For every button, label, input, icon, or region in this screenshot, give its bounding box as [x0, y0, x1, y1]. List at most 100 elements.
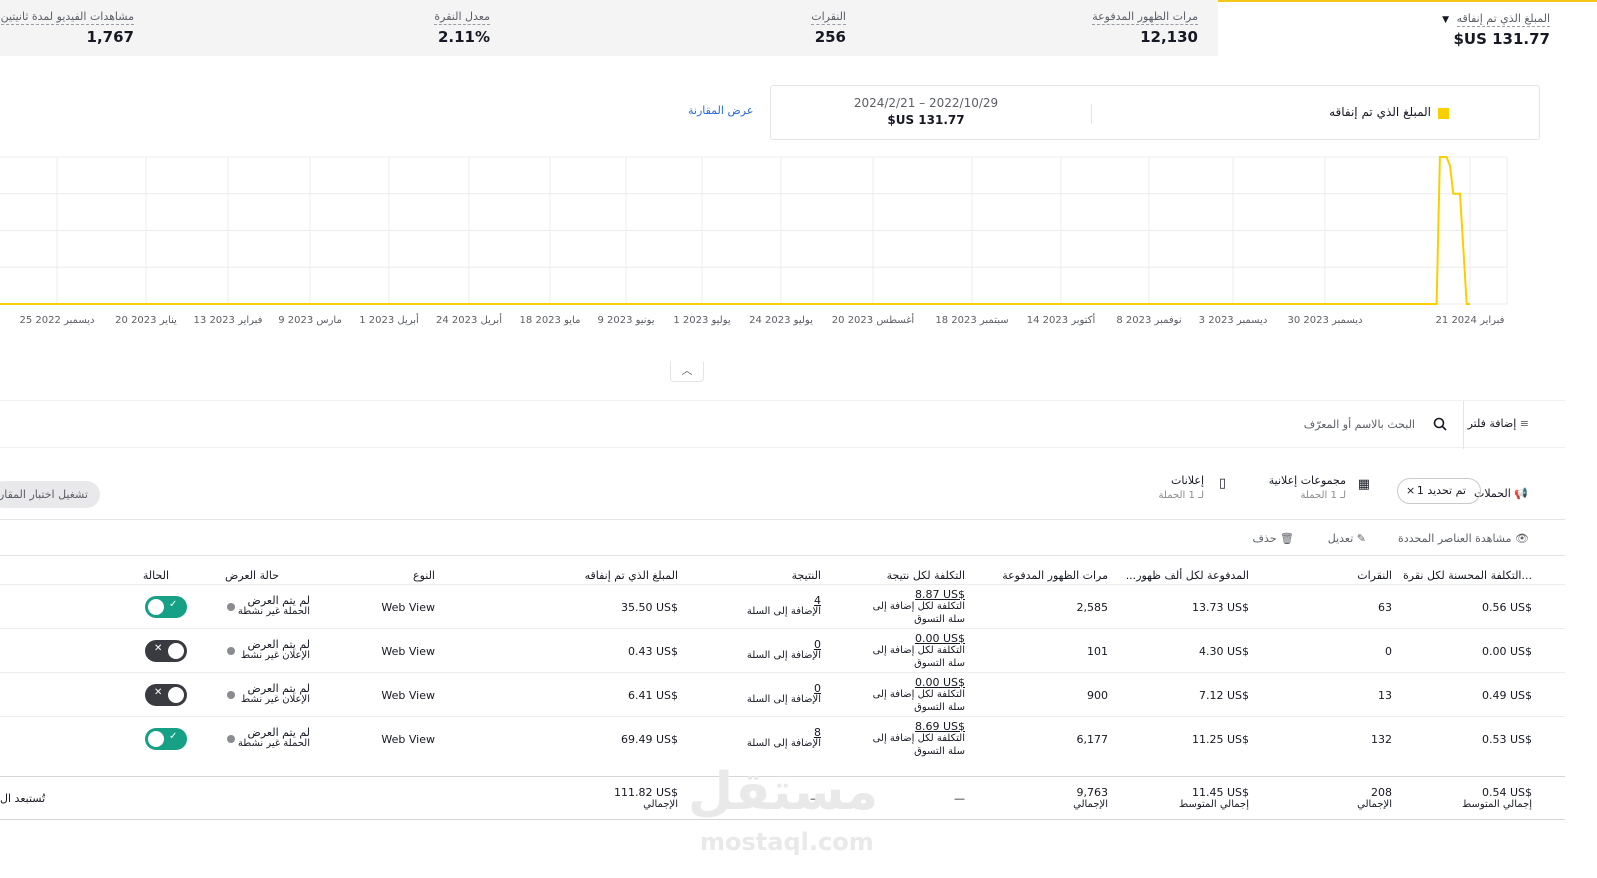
- add-filter-button[interactable]: إضافة فلتر ≡: [1468, 417, 1535, 430]
- col-impressions[interactable]: مرات الظهور المدفوعة: [1002, 569, 1108, 582]
- cell-clicks: 63: [1378, 601, 1392, 614]
- cell-cpc: 0.53 US$: [1481, 733, 1532, 746]
- metric-value: 2.11%: [437, 28, 490, 46]
- table-row[interactable]: 0.53 US$ 132 11.25 US$ 6,177 69.49 US$ Web Vi…: [0, 716, 1565, 760]
- tab-title: إعلانات: [1171, 474, 1204, 487]
- table-row[interactable]: 0.00 US$ 0 4.30 US$ 101 0.43 US$ Web View 0.00…: [0, 628, 1565, 672]
- col-delivery[interactable]: حالة العرض: [225, 569, 279, 582]
- legend-swatch: [1438, 108, 1449, 119]
- col-clicks[interactable]: النقرات: [1357, 569, 1392, 582]
- cell-result-sub: الإضافة إلى السلة: [746, 694, 821, 705]
- metric-impressions[interactable]: مرات الظهور المدفوعة 12,130: [1000, 0, 1198, 56]
- metric-video-views[interactable]: مشاهدات الفيديو لمدة ثانيتين 1,767: [0, 0, 134, 56]
- status-dot: [227, 735, 235, 743]
- status-toggle[interactable]: ✕: [145, 684, 187, 706]
- spend-line-chart: 25 ديسمبر 2022 20 يناير 2023 13 فبراير 202…: [0, 156, 1508, 326]
- cell-impressions: 6,177: [1076, 733, 1109, 746]
- view-selected-label: مشاهدة العناصر المحددة: [1398, 532, 1512, 545]
- x-tick-label: 20 أغسطس 2023: [832, 313, 915, 326]
- range-total: $US 131.77: [887, 113, 965, 127]
- check-icon: ✓: [169, 599, 178, 610]
- divider: [1463, 401, 1464, 449]
- tab-ad-groups[interactable]: ▦ مجموعات إعلانية لـ 1 الحملة: [1250, 463, 1370, 520]
- cell-cpr-sub: التكلفة لكل إضافة إلى: [872, 601, 965, 612]
- cell-cpr-sub: التكلفة لكل إضافة إلى: [872, 645, 965, 656]
- toggle-knob: [148, 599, 164, 615]
- compare-link[interactable]: عرض المقارنة: [688, 104, 753, 117]
- divider: [1091, 104, 1092, 124]
- legend-label: المبلغ الذي تم إنفاقه: [1329, 105, 1431, 119]
- cell-cpr[interactable]: 8.87 US$: [915, 588, 965, 601]
- cell-cpc: 0.00 US$: [1481, 645, 1532, 658]
- col-type[interactable]: النوع: [413, 569, 435, 582]
- search-icon[interactable]: [1433, 417, 1447, 431]
- x-tick-label: 1 يوليو 2023: [673, 315, 731, 326]
- tab-campaigns[interactable]: الحملات 📢: [1474, 487, 1534, 500]
- cell-cpr-sub: سلة التسوق: [914, 702, 965, 713]
- chevron-down-icon[interactable]: ▼: [1442, 15, 1449, 25]
- collapse-chart-button[interactable]: ︿: [670, 362, 704, 382]
- col-result[interactable]: النتيجة: [792, 569, 821, 582]
- x-tick-label: 21 فبراير 2024: [1436, 315, 1505, 326]
- cell-clicks: 132: [1371, 733, 1392, 746]
- tab-ads[interactable]: ▯ إعلانات لـ 1 الحملة: [1138, 463, 1248, 524]
- table-row[interactable]: 0.56 US$ 63 13.73 US$ 2,585 35.50 US$ Web Vie…: [0, 584, 1565, 628]
- toggle-knob: [168, 643, 184, 659]
- cell-cpc: 0.49 US$: [1481, 689, 1532, 702]
- eye-icon: 👁: [1515, 532, 1529, 545]
- cell-cpr[interactable]: 0.00 US$: [915, 632, 965, 645]
- cell-type: Web View: [381, 601, 435, 614]
- grid-icon: ▦: [1357, 477, 1370, 492]
- edit-button[interactable]: تعديل ✎: [1328, 532, 1370, 545]
- metric-label: مرات الظهور المدفوعة: [1092, 10, 1198, 25]
- status-toggle[interactable]: ✓: [145, 728, 187, 750]
- metric-label: المبلغ الذي تم إنفاقه: [1456, 12, 1550, 27]
- view-selected-button[interactable]: مشاهدة العناصر المحددة 👁: [1398, 532, 1533, 545]
- x-icon: ✕: [154, 643, 163, 654]
- cell-delivery-sub: الحملة غير نشطة: [237, 606, 310, 617]
- col-cpc[interactable]: التكلفة المحسنة لكل نقرة...: [1403, 569, 1532, 582]
- add-filter-label: إضافة فلتر: [1467, 417, 1517, 430]
- col-spend[interactable]: المبلغ الذي تم إنفاقه: [585, 569, 678, 582]
- x-tick-label: 24 أبريل 2023: [436, 313, 502, 326]
- chart-legend: المبلغ الذي تم إنفاقه 2024/2/21 – 2022/1…: [770, 85, 1540, 140]
- status-toggle[interactable]: ✕: [145, 640, 187, 662]
- cell-type: Web View: [381, 689, 435, 702]
- cell-cpr[interactable]: 0.00 US$: [915, 676, 965, 689]
- col-cost-per-result[interactable]: التكلفة لكل نتيجة: [887, 569, 965, 582]
- filter-bar: إضافة فلتر ≡ البحث بالاسم أو المعرّف: [0, 400, 1565, 449]
- metrics-bar: ▼ المبلغ الذي تم إنفاقه $US 131.77 مرات …: [0, 0, 1597, 56]
- total-cpr: —: [954, 792, 965, 805]
- total-cpc: 0.54 US$: [1481, 786, 1532, 799]
- cell-result-sub: الإضافة إلى السلة: [746, 650, 821, 661]
- search-input[interactable]: البحث بالاسم أو المعرّف: [1304, 418, 1415, 431]
- close-icon[interactable]: ×: [1406, 479, 1415, 503]
- trash-icon: 🗑: [1280, 532, 1294, 545]
- date-range: 2024/2/21 – 2022/10/29: [853, 96, 999, 110]
- status-toggle[interactable]: ✓: [145, 596, 187, 618]
- status-dot: [227, 603, 235, 611]
- edit-label: تعديل: [1327, 532, 1354, 545]
- toggle-knob: [168, 687, 184, 703]
- cell-spend: 0.43 US$: [627, 645, 678, 658]
- metric-clicks[interactable]: النقرات 256: [650, 0, 846, 56]
- ab-test-button[interactable]: تشغيل اختبار المقارنة: [0, 481, 100, 508]
- total-spend-label: الإجمالي: [643, 799, 678, 810]
- cell-cpr-sub: سلة التسوق: [914, 658, 965, 669]
- table-row[interactable]: 0.49 US$ 13 7.12 US$ 900 6.41 US$ Web View 0.0…: [0, 672, 1565, 716]
- status-dot: [227, 647, 235, 655]
- col-cpm[interactable]: ...المدفوعة لكل ألف ظهور: [1126, 569, 1249, 582]
- delete-button[interactable]: حذف 🗑: [1253, 532, 1298, 545]
- status-dot: [227, 691, 235, 699]
- metric-ctr[interactable]: معدل النقرة 2.11%: [300, 0, 490, 56]
- cell-cpr[interactable]: 8.69 US$: [915, 720, 965, 733]
- selected-chip[interactable]: × تم تحديد 1: [1397, 478, 1481, 504]
- metric-spend[interactable]: ▼ المبلغ الذي تم إنفاقه $US 131.77: [1218, 0, 1597, 56]
- metric-value: 1,767: [86, 28, 134, 46]
- x-tick-label: 8 نوفمبر 2023: [1116, 315, 1181, 326]
- col-status[interactable]: الحالة: [143, 569, 169, 582]
- total-cpm-label: إجمالي المتوسط: [1178, 799, 1249, 810]
- x-tick-label: 25 ديسمبر 2022: [19, 315, 94, 326]
- action-row: مشاهدة العناصر المحددة 👁 تعديل ✎ حذف 🗑: [0, 522, 1565, 556]
- cell-cpr-sub: التكلفة لكل إضافة إلى: [872, 733, 965, 744]
